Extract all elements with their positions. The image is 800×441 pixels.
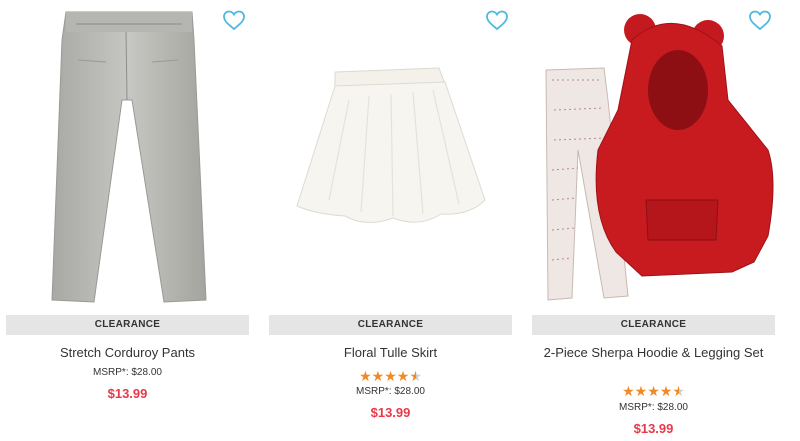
- clearance-badge: CLEARANCE: [269, 315, 512, 335]
- star-icon: ★: [634, 383, 648, 399]
- product-name[interactable]: 2-Piece Sherpa Hoodie & Legging Set: [542, 345, 765, 361]
- product-card[interactable]: CLEARANCE Stretch Corduroy Pants MSRP*: …: [6, 0, 249, 441]
- heart-icon[interactable]: [485, 9, 509, 31]
- star-icon: ★: [647, 383, 660, 399]
- msrp-price: MSRP*: $28.00: [619, 402, 688, 413]
- msrp-price: MSRP*: $28.00: [93, 367, 162, 378]
- star-icon: ★: [359, 368, 372, 384]
- product-card[interactable]: CLEARANCE Floral Tulle Skirt ★★★★★ MSRP*…: [269, 0, 512, 441]
- clearance-badge: CLEARANCE: [6, 315, 249, 335]
- clearance-badge: CLEARANCE: [532, 315, 775, 335]
- product-name[interactable]: Stretch Corduroy Pants: [16, 345, 239, 361]
- star-icon: ★: [384, 368, 397, 384]
- product-image[interactable]: [532, 0, 775, 312]
- product-image[interactable]: [269, 0, 512, 312]
- half-star-icon: ★: [672, 383, 685, 399]
- sale-price: $13.99: [107, 386, 148, 401]
- product-image[interactable]: [6, 0, 249, 312]
- sale-price: $13.99: [370, 405, 411, 420]
- half-star-icon: ★: [409, 368, 422, 384]
- product-card[interactable]: CLEARANCE 2-Piece Sherpa Hoodie & Leggin…: [532, 0, 775, 441]
- star-icon: ★: [622, 383, 635, 399]
- sale-price: $13.99: [633, 421, 674, 436]
- star-icon: ★: [659, 383, 673, 399]
- star-icon: ★: [396, 368, 410, 384]
- star-icon: ★: [371, 368, 385, 384]
- star-rating: ★★★★★: [532, 383, 775, 399]
- msrp-price: MSRP*: $28.00: [356, 386, 425, 397]
- product-name[interactable]: Floral Tulle Skirt: [279, 345, 502, 361]
- heart-icon[interactable]: [222, 9, 246, 31]
- heart-icon[interactable]: [748, 9, 772, 31]
- star-rating: ★★★★★: [269, 368, 512, 384]
